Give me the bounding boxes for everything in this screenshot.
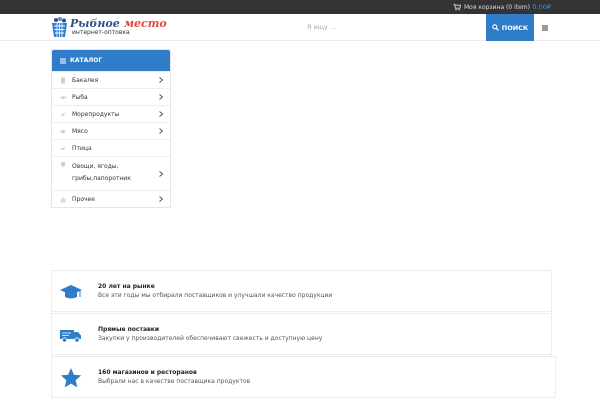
catalog-menu: КАТАЛОГ Бакалея Рыба Морепродукты Мясо П… (51, 49, 171, 208)
star-icon (60, 368, 82, 388)
catalog-item-label: Мясо (72, 127, 88, 135)
menu-button[interactable] (534, 14, 556, 41)
grocery-icon (61, 77, 65, 83)
feature-title: 160 магазинов и ресторанов (98, 369, 197, 376)
search-button[interactable]: ПОИСК (486, 14, 534, 41)
hamburger-icon (542, 25, 548, 30)
basket-logo-icon (52, 17, 67, 37)
poultry-icon (60, 146, 66, 150)
shopping-cart-icon (453, 3, 461, 11)
search-icon (492, 24, 499, 31)
catalog-item-label-line1: Овощи, ягоды, (72, 163, 119, 170)
meat-icon (60, 129, 66, 133)
feature-description: Выбрали нас в качестве поставщика продук… (98, 378, 251, 385)
feature-delivery: Прямые поставки Закупки у производителей… (51, 313, 552, 355)
feature-title: Прямые поставки (98, 326, 160, 333)
other-icon (61, 197, 66, 202)
catalog-item-other[interactable]: Прочее (52, 190, 170, 207)
feature-description: Закупки у производителей обеспечивают св… (98, 335, 323, 342)
page: Моя корзина (0 item) 0.00₽ Рыбное место … (0, 0, 600, 400)
feature-description: Все эти годы мы отбирали поставщиков и у… (98, 292, 333, 299)
catalog-title: КАТАЛОГ (70, 57, 103, 64)
seafood-icon (61, 112, 66, 116)
feature-partners: 160 магазинов и ресторанов Выбрали нас в… (51, 356, 556, 398)
logo-subtitle: интернет-оптовка (72, 29, 130, 36)
top-bar: Моя корзина (0 item) 0.00₽ (0, 0, 600, 14)
graduation-cap-icon (60, 285, 82, 299)
cart-link[interactable]: Моя корзина (0 item) (453, 2, 530, 12)
catalog-item-label: Бакалея (72, 76, 99, 84)
catalog-item-grocery[interactable]: Бакалея (52, 71, 170, 88)
search-button-label: ПОИСК (501, 23, 529, 32)
chevron-right-icon (159, 77, 164, 83)
catalog-item-label: Морепродукты (72, 110, 120, 118)
logo-title-part2: место (123, 17, 167, 30)
cart-total[interactable]: 0.00₽ (532, 2, 551, 12)
hamburger-icon (60, 58, 66, 63)
chevron-right-icon (159, 128, 164, 134)
catalog-item-label: Прочее (72, 195, 95, 203)
chevron-right-icon (159, 196, 164, 202)
catalog-item-vegetables[interactable]: Овощи, ягоды, грибы,папоротник (52, 156, 170, 190)
cart-label: Моя корзина (0 item) (463, 3, 530, 11)
catalog-item-label: Рыба (72, 93, 88, 101)
delivery-truck-icon (60, 330, 81, 343)
chevron-right-icon (159, 94, 164, 100)
catalog-item-fish[interactable]: Рыба (52, 88, 170, 105)
chevron-right-icon (159, 111, 164, 117)
catalog-item-poultry[interactable]: Птица (52, 139, 170, 156)
site-logo[interactable]: Рыбное место интернет-оптовка (51, 17, 167, 39)
catalog-item-label: Овощи, ягоды, грибы,папоротник (72, 161, 131, 185)
search-input[interactable] (307, 14, 482, 40)
feature-title: 20 лет на рынке (98, 283, 155, 290)
catalog-item-meat[interactable]: Мясо (52, 122, 170, 139)
catalog-header[interactable]: КАТАЛОГ (52, 50, 170, 71)
vegetables-icon (61, 162, 65, 167)
chevron-right-icon (159, 170, 164, 177)
catalog-item-label: Птица (72, 144, 92, 152)
fish-icon (60, 95, 66, 99)
feature-experience: 20 лет на рынке Все эти годы мы отбирали… (51, 270, 552, 312)
catalog-item-label-line2: грибы,папоротник (72, 175, 131, 182)
catalog-item-seafood[interactable]: Морепродукты (52, 105, 170, 122)
